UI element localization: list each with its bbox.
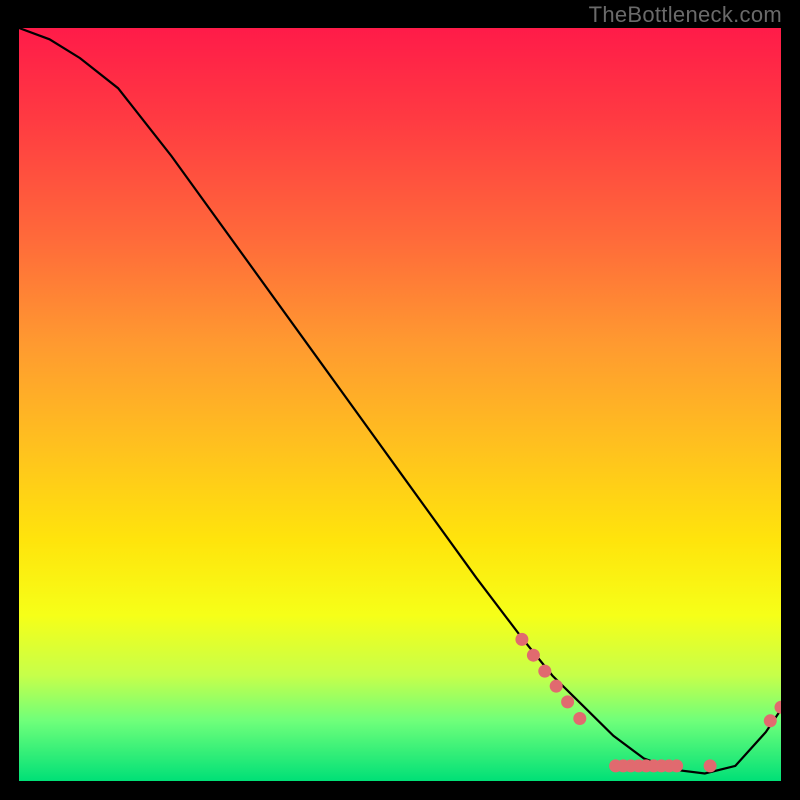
- chart-overlay-svg: [19, 28, 781, 781]
- chart-marker: [561, 695, 574, 708]
- chart-marker: [550, 680, 563, 693]
- chart-line-curve: [19, 28, 781, 774]
- chart-marker: [538, 665, 551, 678]
- chart-marker: [515, 633, 528, 646]
- chart-marker: [527, 649, 540, 662]
- chart-stage: TheBottleneck.com: [0, 0, 800, 800]
- chart-markers-group: [515, 633, 781, 773]
- chart-plot-area: [19, 28, 781, 781]
- chart-marker: [764, 714, 777, 727]
- chart-marker: [775, 701, 782, 714]
- chart-marker: [670, 759, 683, 772]
- chart-marker: [573, 712, 586, 725]
- chart-marker: [704, 759, 717, 772]
- watermark-text: TheBottleneck.com: [589, 2, 782, 28]
